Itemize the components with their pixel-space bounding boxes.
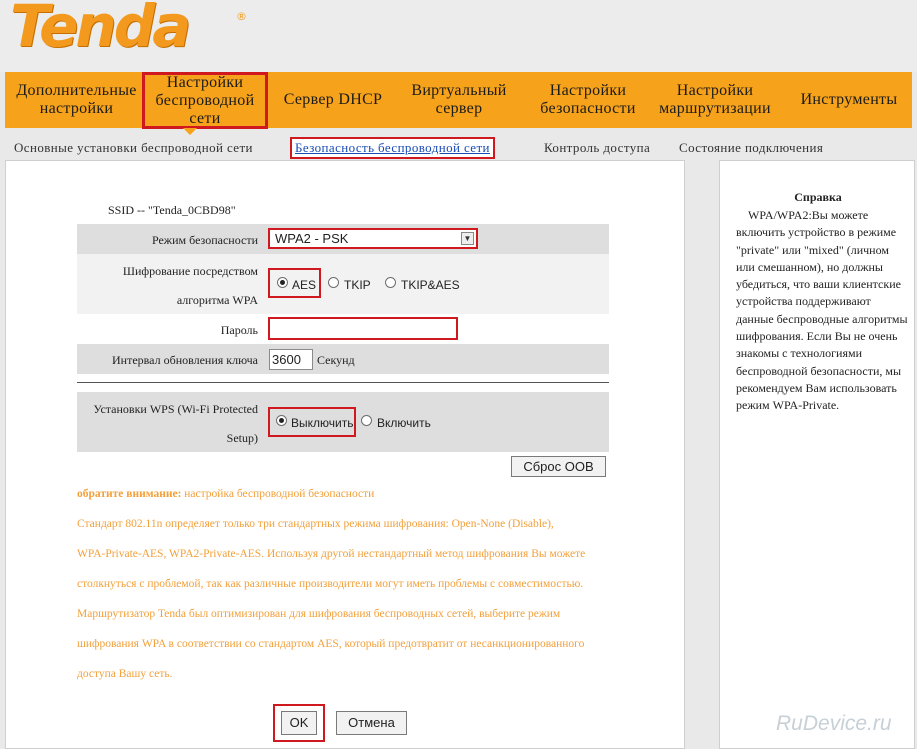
divider — [77, 382, 609, 383]
nav-label: Сервер DHCP — [283, 91, 383, 108]
note-line: WPA-Private-AES, WPA2-Private-AES. Испол… — [77, 548, 586, 560]
help-panel: Справка WPA/WPA2:Вы можете включить устр… — [719, 160, 915, 749]
note-line: Маршрутизатор Tenda был оптимизирован дл… — [77, 608, 561, 620]
nav-label: Настройки — [549, 82, 627, 99]
wps-on-label: Включить — [377, 416, 431, 430]
nav-label: настройки — [39, 100, 114, 117]
nav-label: маршрутизации — [659, 100, 771, 117]
nav-label: Инструменты — [800, 91, 898, 108]
wps-label-line2: Setup) — [226, 431, 258, 445]
aes-label: AES — [292, 278, 317, 292]
nav-label: беспроводной — [155, 91, 255, 109]
subnav-basic-wireless[interactable]: Основные установки беспроводной сети — [14, 140, 253, 156]
security-mode-select[interactable]: WPA2 - PSK ▼ — [268, 228, 478, 249]
nav-label: Настройки — [676, 82, 754, 99]
nav-label: безопасности — [540, 100, 636, 117]
header: Tenda ® — [0, 0, 917, 72]
ssid-label: SSID -- "Tenda_0CBD98" — [108, 203, 236, 217]
security-mode-value: WPA2 - PSK — [275, 231, 349, 246]
main-nav: Дополнительные настройки Настройки беспров… — [5, 72, 912, 129]
password-label: Пароль — [220, 323, 258, 337]
encryption-label-line1: Шифрование посредством — [122, 264, 258, 278]
note-heading-bold: обратите внимание: — [77, 488, 182, 500]
tkip-label: TKIP — [344, 278, 371, 292]
rekey-unit: Секунд — [317, 353, 355, 367]
nav-label: Настройки — [166, 73, 244, 91]
note-heading-rest: настройка беспроводной безопасности — [181, 488, 375, 500]
nav-label: Виртуальный — [411, 82, 507, 99]
registered-mark: ® — [236, 10, 247, 23]
security-mode-label: Режим безопасности — [151, 233, 258, 247]
help-text: WPA/WPA2:Вы можете включить устройство в… — [736, 208, 908, 413]
wps-off-radio[interactable] — [276, 415, 287, 426]
watermark: RuDevice.ru — [776, 712, 892, 735]
nav-security-settings[interactable]: Настройки безопасности — [530, 72, 646, 128]
nav-label: Дополнительные — [16, 82, 137, 99]
nav-wireless-settings[interactable]: Настройки беспроводной сети — [142, 72, 268, 129]
chevron-down-icon[interactable]: ▼ — [461, 232, 474, 245]
tkip-aes-radio[interactable] — [385, 277, 396, 288]
note-line: столкнуться с проблемой, так как различн… — [77, 578, 584, 590]
nav-advanced-settings[interactable]: Дополнительные настройки — [8, 72, 145, 128]
password-input[interactable] — [268, 317, 458, 340]
nav-label: сервер — [435, 100, 483, 117]
nav-routing-settings[interactable]: Настройки маршрутизации — [650, 72, 780, 128]
cancel-button[interactable]: Отмена — [336, 711, 407, 735]
rekey-label: Интервал обновления ключа — [112, 353, 258, 367]
nav-label: сети — [189, 109, 221, 127]
nav-tools[interactable]: Инструменты — [786, 72, 912, 128]
note-line: Стандарт 802.11n определяет только три с… — [77, 518, 554, 530]
reset-oob-button[interactable]: Сброс OOB — [511, 456, 606, 477]
help-title: Справка — [794, 190, 842, 204]
sub-nav: Основные установки беспроводной сети Без… — [0, 137, 917, 159]
tkip-radio[interactable] — [328, 277, 339, 288]
nav-dhcp-server[interactable]: Сервер DHCP — [275, 72, 391, 128]
active-nav-pointer — [183, 128, 197, 135]
ok-button[interactable]: OK — [281, 711, 317, 735]
wps-off-label: Выключить — [291, 416, 354, 430]
aes-radio[interactable] — [277, 277, 288, 288]
wps-label-line1: Установки WPS (Wi-Fi Protected — [93, 402, 258, 416]
nav-virtual-server[interactable]: Виртуальный сервер — [401, 72, 517, 128]
note-heading: обратите внимание: настройка беспроводно… — [77, 488, 374, 500]
tenda-logo: Tenda — [10, 0, 191, 60]
note-line: доступа Вашу сеть. — [77, 668, 173, 680]
tkip-aes-label: TKIP&AES — [401, 278, 460, 292]
note-line: шифрования WPA в соответствии со стандар… — [77, 638, 585, 650]
subnav-connection-status[interactable]: Состояние подключения — [679, 140, 823, 156]
wps-on-radio[interactable] — [361, 415, 372, 426]
rekey-interval-input[interactable]: 3600 — [269, 349, 313, 370]
subnav-wireless-security[interactable]: Безопасность беспроводной сети — [290, 137, 495, 159]
subnav-access-control[interactable]: Контроль доступа — [544, 140, 650, 156]
encryption-label-line2: алгоритма WPA — [176, 293, 258, 307]
